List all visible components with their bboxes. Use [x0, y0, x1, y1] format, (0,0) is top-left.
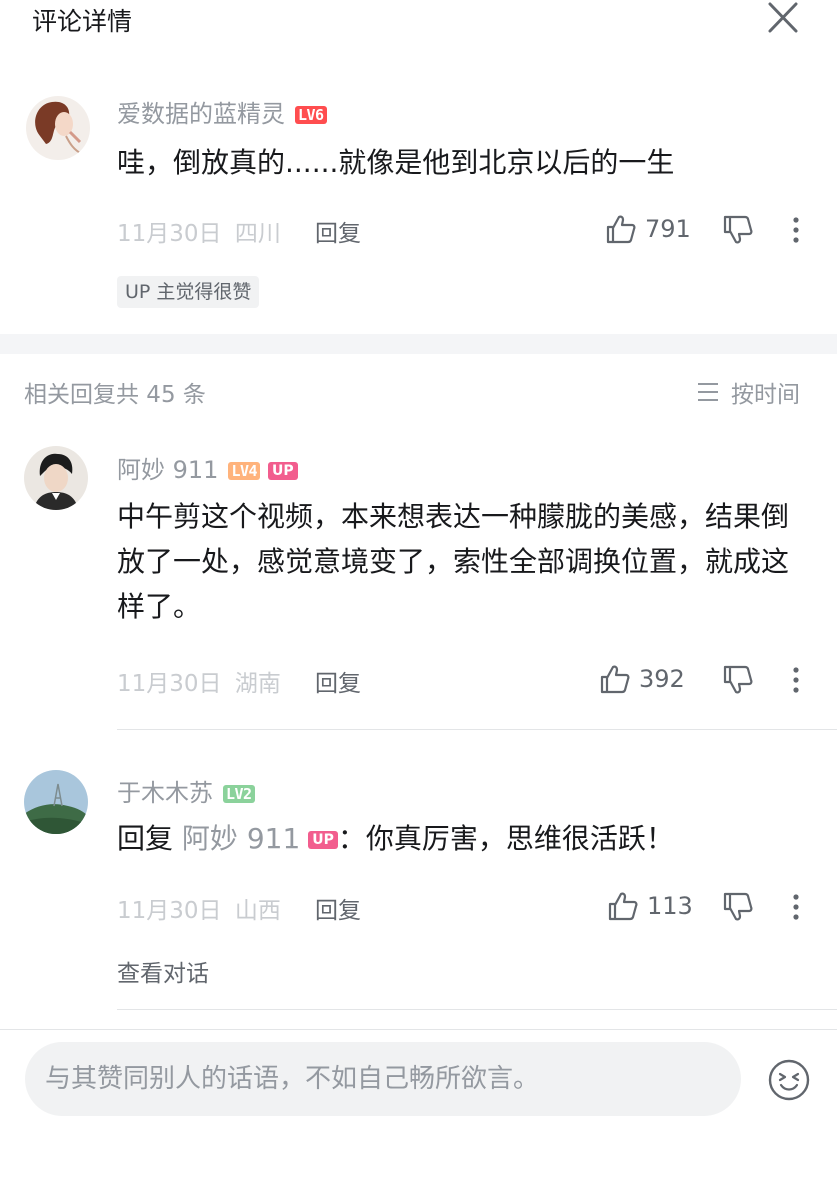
more-icon	[793, 667, 799, 693]
dislike-button[interactable]	[722, 891, 754, 925]
like-icon	[608, 892, 638, 921]
comment-meta: 11月30日 四川	[117, 214, 281, 248]
comment-location: 湖南	[234, 671, 281, 697]
reply-divider	[117, 1009, 837, 1010]
close-icon	[768, 2, 798, 33]
avatar-image	[26, 96, 90, 160]
username[interactable]: 于木木苏 LV2	[117, 773, 255, 808]
like-button[interactable]: 791	[605, 212, 691, 246]
close-button[interactable]	[762, 0, 804, 36]
emoji-icon	[768, 1059, 810, 1101]
like-count: 113	[647, 892, 693, 920]
reply-to-user[interactable]: 阿妙 911	[182, 822, 300, 855]
level-badge: LV4	[228, 462, 261, 480]
reply-button[interactable]: 回复	[315, 891, 361, 925]
composer-separator	[0, 1029, 837, 1030]
like-icon	[606, 215, 636, 244]
more-button[interactable]	[786, 214, 806, 248]
avatar-image	[24, 770, 88, 834]
view-conversation-link[interactable]: 查看对话	[117, 954, 209, 988]
reply-prefix: 回复	[117, 822, 174, 855]
comment-meta: 11月30日 山西	[117, 891, 281, 925]
more-icon	[793, 894, 799, 920]
page-header: 评论详情	[0, 0, 837, 60]
dislike-icon	[723, 892, 753, 921]
reply-count: 相关回复共 45 条	[24, 382, 206, 408]
reply-button[interactable]: 回复	[315, 214, 361, 248]
reply-divider	[117, 729, 837, 730]
up-liked-tag: UP 主觉得很赞	[117, 276, 260, 308]
up-badge: UP	[308, 831, 338, 849]
dislike-button[interactable]	[722, 664, 754, 698]
username-text: 阿妙 911	[117, 456, 219, 484]
comment-input[interactable]	[25, 1042, 741, 1116]
reply-button[interactable]: 回复	[315, 664, 361, 698]
comment-text: 哇，倒放真的......就像是他到北京以后的一生	[117, 146, 675, 179]
more-button[interactable]	[786, 891, 806, 925]
comment-input-container	[25, 1042, 741, 1116]
like-count: 791	[645, 215, 691, 243]
comment-date: 11月30日	[117, 221, 222, 247]
comment-date: 11月30日	[117, 898, 222, 924]
username[interactable]: 阿妙 911 LV4 UP	[117, 450, 298, 485]
sort-icon	[698, 383, 718, 401]
comment-text: 回复 阿妙 911 UP ：你真厉害，思维很活跃！	[117, 816, 807, 861]
reply-body: ：你真厉害，思维很活跃！	[337, 822, 674, 855]
username[interactable]: 爱数据的蓝精灵 LV6	[117, 94, 327, 129]
level-badge: LV2	[223, 785, 255, 803]
up-badge: UP	[268, 462, 298, 480]
sort-toggle[interactable]: 按时间	[697, 375, 800, 409]
username-text: 于木木苏	[117, 779, 213, 807]
more-icon	[793, 217, 799, 243]
dislike-icon	[723, 665, 753, 694]
avatar[interactable]	[24, 446, 88, 510]
dislike-button[interactable]	[722, 214, 754, 248]
section-divider	[0, 334, 837, 354]
level-badge: LV6	[295, 106, 327, 124]
like-icon	[600, 665, 630, 694]
like-button[interactable]: 392	[599, 662, 685, 696]
comment-meta: 11月30日 湖南	[117, 664, 281, 698]
avatar[interactable]	[26, 96, 90, 160]
comment-location: 山西	[234, 898, 281, 924]
emoji-button[interactable]	[767, 1058, 811, 1102]
comment-location: 四川	[234, 221, 281, 247]
comment-date: 11月30日	[117, 671, 222, 697]
like-button[interactable]: 113	[607, 889, 693, 923]
page-title: 评论详情	[32, 7, 133, 36]
comment-text: 中午剪这个视频，本来想表达一种朦胧的美感，结果倒放了一处，感觉意境变了，索性全部…	[117, 500, 790, 623]
avatar[interactable]	[24, 770, 88, 834]
sort-label: 按时间	[731, 382, 800, 408]
username-text: 爱数据的蓝精灵	[117, 100, 285, 128]
avatar-image	[24, 446, 88, 510]
dislike-icon	[723, 215, 753, 244]
more-button[interactable]	[786, 664, 806, 698]
like-count: 392	[639, 665, 685, 693]
